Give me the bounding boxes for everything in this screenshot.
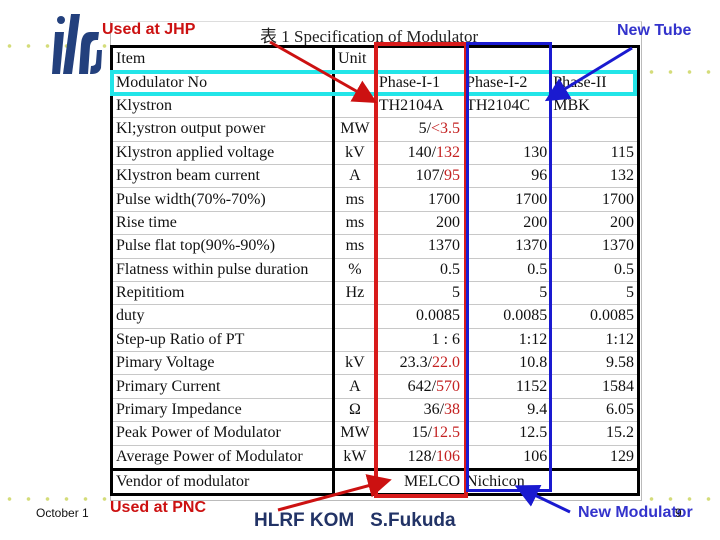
cell-unit: ms bbox=[333, 234, 376, 259]
cell-unit bbox=[333, 304, 376, 329]
slide-date: October 1 bbox=[36, 506, 89, 520]
header-unit: Unit bbox=[333, 44, 376, 72]
cell-item: Klystron applied voltage bbox=[109, 141, 336, 165]
cell-item: Klystron beam current bbox=[109, 164, 336, 189]
cell-phase-ii: 15.2 bbox=[550, 421, 641, 446]
phase-i-2-highlight-box bbox=[466, 42, 552, 492]
cell-unit: A bbox=[333, 164, 376, 189]
cell-phase-ii: 115 bbox=[550, 141, 641, 165]
cell-phase-ii: 6.05 bbox=[550, 398, 641, 423]
cell-item: Pimary Voltage bbox=[109, 351, 336, 376]
cell-phase-ii: 1370 bbox=[550, 234, 641, 259]
cell-phase-ii: 0.0085 bbox=[550, 304, 641, 329]
cell-unit: Ω bbox=[333, 398, 376, 423]
cell-item: Vendor of modulator bbox=[109, 468, 336, 497]
cell-phase-ii: 129 bbox=[550, 445, 641, 471]
dotted-rule-bottom-left bbox=[0, 497, 110, 501]
cell-phase-ii bbox=[550, 117, 641, 142]
page-number: 9 bbox=[675, 506, 682, 520]
used-at-jhp-label: Used at JHP bbox=[102, 21, 196, 38]
cell-item: Rise time bbox=[109, 211, 336, 236]
cell-phase-ii: 132 bbox=[550, 164, 641, 189]
cell-unit: A bbox=[333, 374, 376, 399]
used-at-pnc-label: Used at PNC bbox=[110, 499, 207, 516]
cell-item: Primary Impedance bbox=[109, 398, 336, 423]
footer-title: HLRF KOM S.Fukuda bbox=[254, 510, 456, 531]
cell-phase-ii: 0.5 bbox=[550, 258, 641, 282]
cell-item: Pulse width(70%-70%) bbox=[109, 187, 336, 212]
dotted-rule-bottom-right bbox=[642, 497, 720, 501]
cell-phase-ii: 1584 bbox=[550, 374, 641, 399]
cell-unit: ms bbox=[333, 187, 376, 212]
cell-phase-ii: 200 bbox=[550, 211, 641, 236]
cell-unit bbox=[333, 468, 376, 497]
cell-phase-ii: 1700 bbox=[550, 187, 641, 212]
header-col3 bbox=[550, 44, 641, 72]
cell-item: Step-up Ratio of PT bbox=[109, 328, 336, 353]
cell-unit: kV bbox=[333, 351, 376, 376]
cell-unit: Hz bbox=[333, 281, 376, 306]
cell-item: Klystron bbox=[109, 94, 336, 119]
cell-unit: % bbox=[333, 258, 376, 282]
cell-item: Peak Power of Modulator bbox=[109, 421, 336, 446]
cell-vendor-phase-ii bbox=[550, 468, 641, 497]
cell-item: Average Power of Modulator bbox=[109, 445, 336, 471]
cell-unit: MW bbox=[333, 421, 376, 446]
cell-item: Pulse flat top(90%-90%) bbox=[109, 234, 336, 259]
ilc-logo bbox=[52, 14, 102, 74]
cell-unit: kV bbox=[333, 141, 376, 165]
new-tube-label: New Tube bbox=[617, 22, 692, 39]
cell-unit: kW bbox=[333, 445, 376, 471]
cell-phase-ii: 5 bbox=[550, 281, 641, 306]
cell-unit bbox=[333, 328, 376, 353]
cell-item: Kl;ystron output power bbox=[109, 117, 336, 142]
cell-item: Primary Current bbox=[109, 374, 336, 399]
dotted-rule-top-right bbox=[642, 70, 720, 74]
cell-item: Flatness within pulse duration bbox=[109, 258, 336, 282]
cell-phase-ii: MBK bbox=[550, 94, 641, 119]
header-item: Item bbox=[109, 44, 336, 72]
cell-unit: ms bbox=[333, 211, 376, 236]
cell-phase-ii: 9.58 bbox=[550, 351, 641, 376]
cell-phase-ii: 1:12 bbox=[550, 328, 641, 353]
cell-unit bbox=[333, 94, 376, 119]
cell-unit: MW bbox=[333, 117, 376, 142]
cell-item: duty bbox=[109, 304, 336, 329]
cell-item: Repititiom bbox=[109, 281, 336, 306]
phase-i-1-highlight-box bbox=[374, 42, 468, 498]
